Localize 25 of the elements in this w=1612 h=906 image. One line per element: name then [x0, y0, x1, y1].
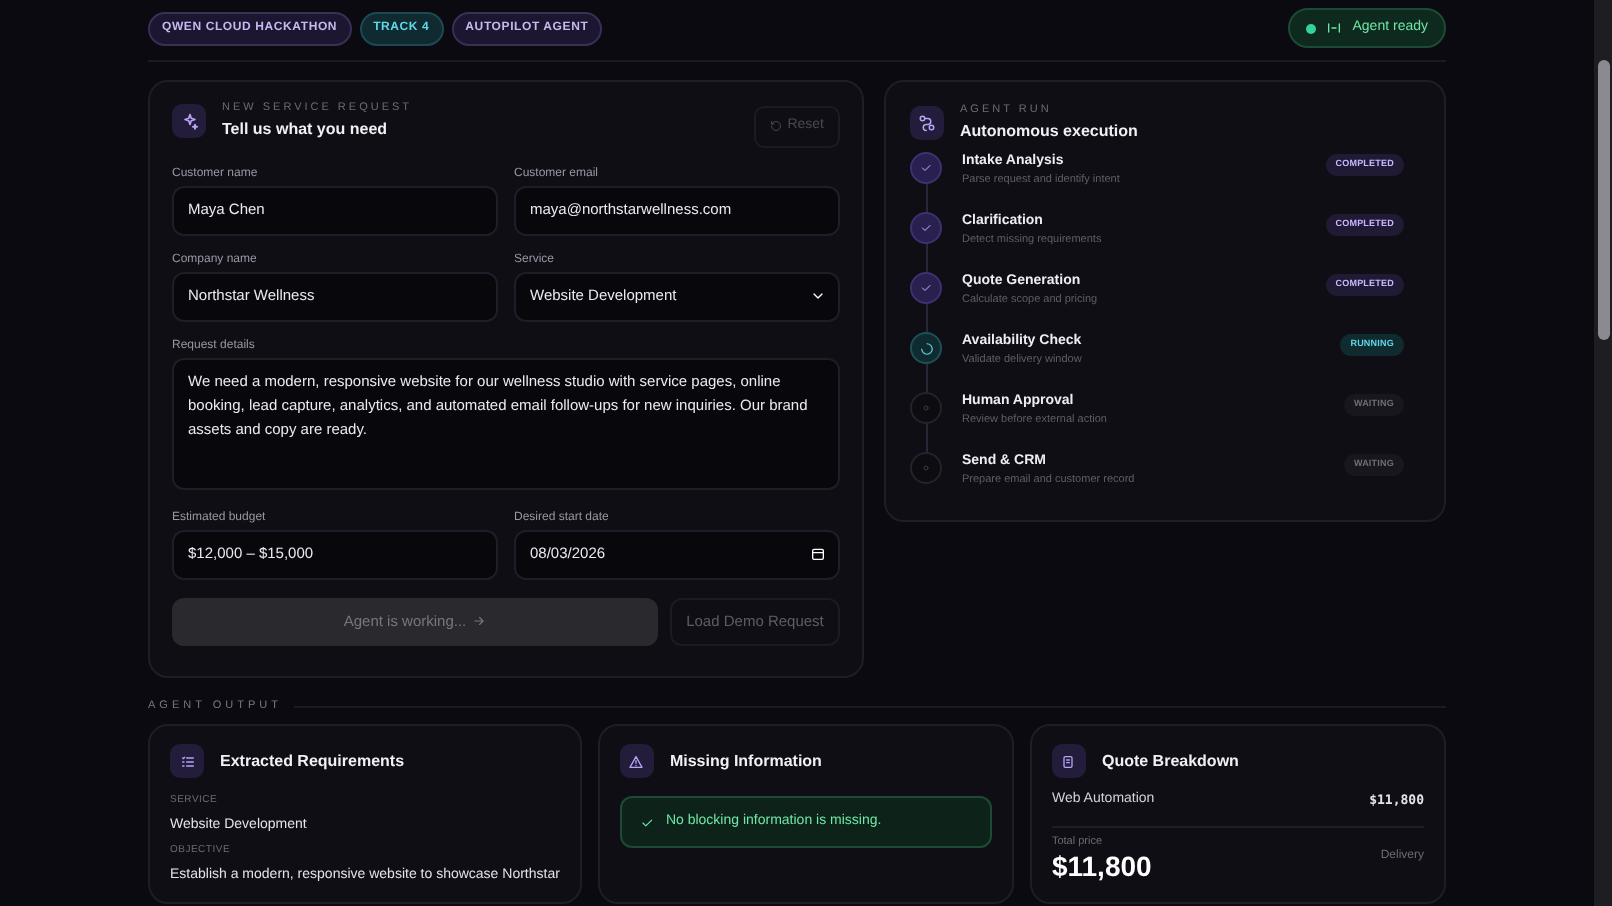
reset-icon	[769, 120, 782, 133]
circle-icon	[920, 462, 932, 474]
sparkles-icon	[179, 111, 199, 131]
signal-icon	[1326, 20, 1343, 36]
total-price: $11,800	[1051, 852, 1152, 880]
card-title: Missing Information	[669, 749, 822, 774]
card-title: Extracted Requirements	[220, 749, 405, 774]
check-icon	[920, 162, 932, 174]
card-title: Autonomous execution	[960, 123, 1138, 140]
check-icon	[920, 222, 932, 234]
check-icon	[639, 815, 654, 830]
scrollbar[interactable]	[1594, 0, 1612, 906]
calendar-icon	[810, 546, 826, 562]
card-title: Quote Breakdown	[1101, 749, 1239, 774]
spinner-icon	[919, 341, 933, 355]
card-title: Tell us what you need	[222, 121, 390, 138]
check-icon	[920, 282, 932, 294]
arrow-right-icon	[472, 614, 487, 628]
circle-icon	[920, 402, 932, 414]
route-icon	[918, 114, 936, 132]
list-icon	[179, 753, 195, 770]
chevron-down-icon	[810, 288, 826, 304]
document-icon	[1060, 753, 1077, 770]
details-textarea[interactable]	[172, 357, 840, 489]
warning-icon	[628, 753, 645, 770]
